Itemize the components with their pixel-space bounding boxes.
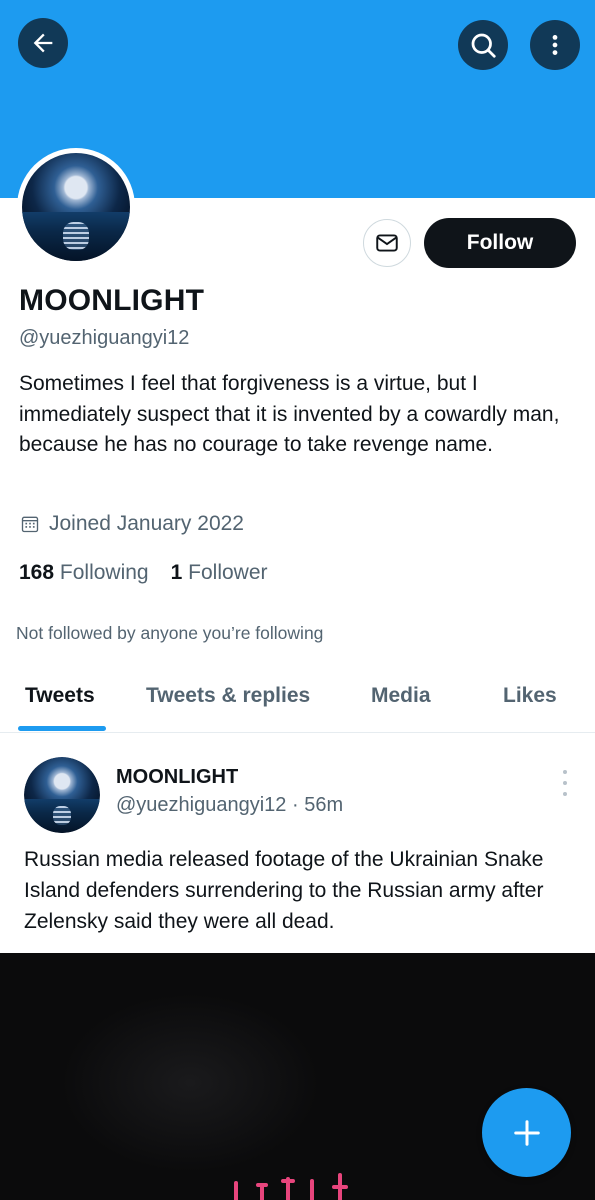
profile-display-name: MOONLIGHT: [19, 284, 205, 317]
envelope-icon: [376, 234, 398, 252]
more-options-button[interactable]: [530, 20, 580, 70]
followers-label: Follower: [188, 561, 268, 584]
arrow-left-icon: [33, 33, 53, 53]
calendar-icon: [21, 516, 39, 533]
following-label: Following: [59, 561, 149, 584]
joined-text: Joined January 2022: [49, 512, 244, 535]
following-link[interactable]: 168 Following: [19, 561, 149, 584]
plus-icon: [513, 1119, 540, 1146]
message-button[interactable]: [363, 219, 411, 267]
profile-handle: @yuezhiguangyi12: [19, 327, 190, 349]
search-icon: [471, 33, 496, 58]
followers-count: 1: [170, 561, 183, 584]
compose-tweet-button[interactable]: [482, 1088, 571, 1177]
moon-avatar-image: [22, 153, 130, 261]
profile-avatar[interactable]: [17, 148, 135, 266]
tweet-more-icon[interactable]: [555, 770, 575, 796]
not-followed-notice: Not followed by anyone you’re following: [16, 623, 324, 643]
tab-tweets[interactable]: Tweets: [25, 684, 95, 708]
active-tab-indicator: [18, 726, 106, 731]
more-vertical-icon: [552, 35, 558, 55]
following-count: 168: [19, 561, 55, 584]
tweet-author-avatar[interactable]: [24, 757, 100, 833]
followers-link[interactable]: 1 Follower: [171, 561, 268, 584]
tweet-author-name[interactable]: MOONLIGHT: [116, 766, 238, 789]
back-button[interactable]: [18, 18, 68, 68]
tab-likes[interactable]: Likes: [503, 684, 557, 708]
moon-avatar-image: [24, 757, 100, 833]
search-button[interactable]: [458, 20, 508, 70]
tab-tweets-replies[interactable]: Tweets & replies: [146, 684, 310, 708]
profile-tabs: Tweets Tweets & replies Media Likes: [0, 672, 595, 733]
follow-stats: 168 Following 1 Follower: [19, 561, 268, 585]
tweet-text: Russian media released footage of the Uk…: [24, 848, 544, 933]
tweet-handle-time: @yuezhiguangyi12 · 56m: [116, 794, 344, 816]
follow-button[interactable]: Follow: [424, 218, 576, 268]
tab-media[interactable]: Media: [371, 684, 431, 708]
joined-date: Joined January 2022: [20, 512, 244, 536]
profile-bio: Sometimes I feel that forgiveness is a v…: [19, 372, 560, 456]
